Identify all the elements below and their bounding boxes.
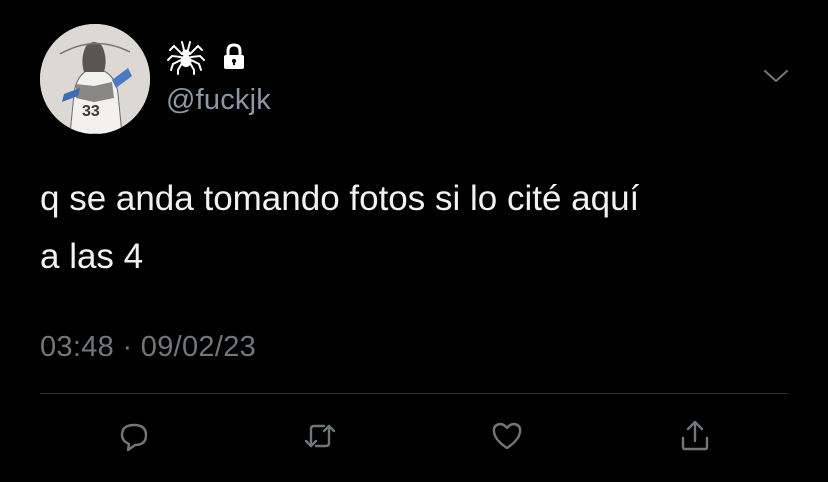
- display-name-row[interactable]: [166, 36, 246, 76]
- tweet-timestamp[interactable]: 03:48 · 09/02/23: [40, 331, 256, 364]
- divider: [40, 393, 788, 394]
- avatar[interactable]: 33: [40, 24, 150, 134]
- svg-text:33: 33: [82, 103, 100, 120]
- retweet-button[interactable]: [300, 416, 340, 456]
- share-icon: [681, 420, 709, 451]
- user-handle[interactable]: @fuckjk: [166, 84, 271, 117]
- timestamp-separator: ·: [122, 331, 133, 363]
- share-button[interactable]: [675, 416, 715, 456]
- like-button[interactable]: [487, 416, 527, 456]
- like-icon: [492, 422, 522, 450]
- chevron-down-icon[interactable]: [760, 64, 792, 88]
- retweet-icon: [304, 424, 336, 448]
- reply-button[interactable]: [114, 416, 154, 456]
- tweet-time: 03:48: [40, 331, 115, 363]
- reply-icon: [120, 423, 148, 452]
- tweet-date: 09/02/23: [140, 331, 257, 363]
- lock-icon: [224, 43, 244, 69]
- spider-icon: [167, 41, 205, 75]
- tweet-text: q se anda tomando fotos si lo cité aquí …: [40, 179, 640, 276]
